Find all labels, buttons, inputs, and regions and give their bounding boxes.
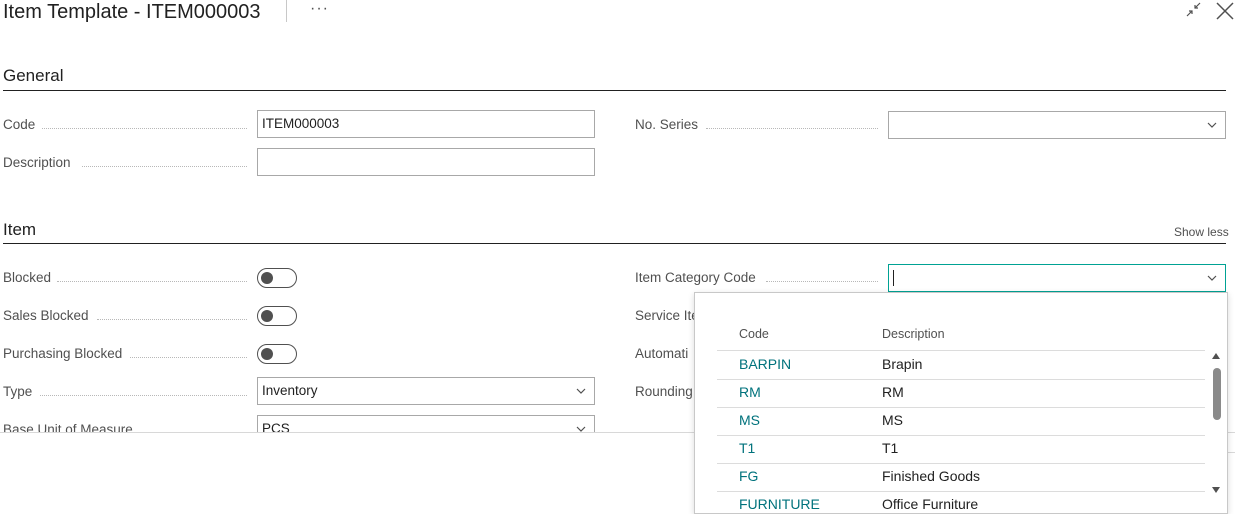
- lookup-row[interactable]: FURNITURE Office Furniture: [695, 491, 1210, 513]
- lookup-row-description: MS: [882, 412, 903, 428]
- sales-blocked-toggle[interactable]: [257, 306, 297, 326]
- automatic-label: Automati: [635, 346, 689, 361]
- lookup-row[interactable]: MS MS: [695, 407, 1210, 435]
- leader-dots: [130, 357, 247, 358]
- leader-dots: [42, 128, 247, 129]
- description-label: Description: [3, 155, 71, 170]
- leader-dots: [82, 166, 247, 167]
- text-cursor: [893, 270, 894, 287]
- title-divider: [286, 0, 287, 22]
- lookup-row[interactable]: T1 T1: [695, 435, 1210, 463]
- no-series-select[interactable]: [888, 111, 1226, 139]
- blocked-toggle[interactable]: [257, 268, 297, 288]
- lookup-row-code[interactable]: FG: [739, 468, 758, 484]
- chevron-down-icon: [1207, 275, 1217, 281]
- lookup-col-description[interactable]: Description: [882, 327, 945, 341]
- leader-dots: [706, 128, 878, 129]
- lookup-row[interactable]: BARPIN Brapin: [695, 351, 1210, 379]
- show-less-link[interactable]: Show less: [1174, 225, 1229, 239]
- leader-dots: [97, 319, 247, 320]
- lookup-row-code[interactable]: T1: [739, 440, 755, 456]
- scrollbar-thumb[interactable]: [1213, 368, 1221, 420]
- lookup-row-code[interactable]: RM: [739, 384, 761, 400]
- section-divider: [3, 90, 1226, 91]
- sales-blocked-label: Sales Blocked: [3, 308, 89, 323]
- code-field[interactable]: ITEM000003: [257, 110, 595, 138]
- blocked-label: Blocked: [3, 270, 52, 285]
- scroll-down-icon[interactable]: [1212, 487, 1220, 493]
- leader-dots: [57, 281, 247, 282]
- lookup-col-code[interactable]: Code: [739, 327, 769, 341]
- lookup-row-description: RM: [882, 384, 904, 400]
- lookup-row-code[interactable]: FURNITURE: [739, 496, 820, 512]
- no-series-label: No. Series: [635, 117, 699, 132]
- scroll-up-icon[interactable]: [1212, 353, 1220, 359]
- code-label: Code: [3, 117, 36, 132]
- chevron-down-icon: [576, 426, 586, 432]
- lookup-row-description: Brapin: [882, 356, 923, 372]
- item-category-select[interactable]: [888, 264, 1226, 292]
- leader-dots: [40, 395, 247, 396]
- leader-dots: [766, 281, 878, 282]
- clipped-row: Base Unit of Measure PCS: [0, 414, 694, 432]
- lookup-row-description: Office Furniture: [882, 496, 979, 512]
- chevron-down-icon: [576, 388, 586, 394]
- item-category-lookup[interactable]: Code Description BARPIN Brapin RM RM MS …: [694, 292, 1228, 514]
- lookup-row[interactable]: RM RM: [695, 379, 1210, 407]
- section-general-title[interactable]: General: [3, 66, 63, 86]
- more-options-button[interactable]: ···: [310, 0, 329, 18]
- toggle-knob: [261, 271, 273, 284]
- toggle-knob: [261, 347, 273, 360]
- base-uom-select[interactable]: PCS: [257, 415, 595, 432]
- description-field[interactable]: [257, 148, 595, 176]
- toggle-knob: [261, 309, 273, 322]
- base-uom-label: Base Unit of Measure: [3, 422, 133, 432]
- type-select[interactable]: Inventory: [257, 377, 595, 405]
- lookup-row[interactable]: FG Finished Goods: [695, 463, 1210, 491]
- purchasing-blocked-label: Purchasing Blocked: [3, 346, 123, 361]
- type-value: Inventory: [262, 383, 318, 398]
- page-title: Item Template - ITEM000003: [3, 1, 261, 23]
- section-divider: [3, 243, 1226, 244]
- collapse-icon[interactable]: [1184, 0, 1204, 20]
- item-category-label: Item Category Code: [635, 270, 756, 285]
- lookup-row-code[interactable]: BARPIN: [739, 356, 791, 372]
- close-icon[interactable]: [1214, 0, 1235, 22]
- lookup-row-description: T1: [882, 440, 899, 456]
- service-item-label: Service Ite: [635, 308, 699, 323]
- purchasing-blocked-toggle[interactable]: [257, 344, 297, 364]
- rounding-label: Rounding: [635, 384, 693, 399]
- lookup-row-description: Finished Goods: [882, 468, 981, 484]
- chevron-down-icon: [1207, 122, 1217, 128]
- lookup-row-code[interactable]: MS: [739, 412, 760, 428]
- section-item-title[interactable]: Item: [3, 220, 36, 240]
- base-uom-value: PCS: [262, 421, 290, 432]
- footer-divider: [0, 432, 694, 433]
- type-label: Type: [3, 384, 33, 399]
